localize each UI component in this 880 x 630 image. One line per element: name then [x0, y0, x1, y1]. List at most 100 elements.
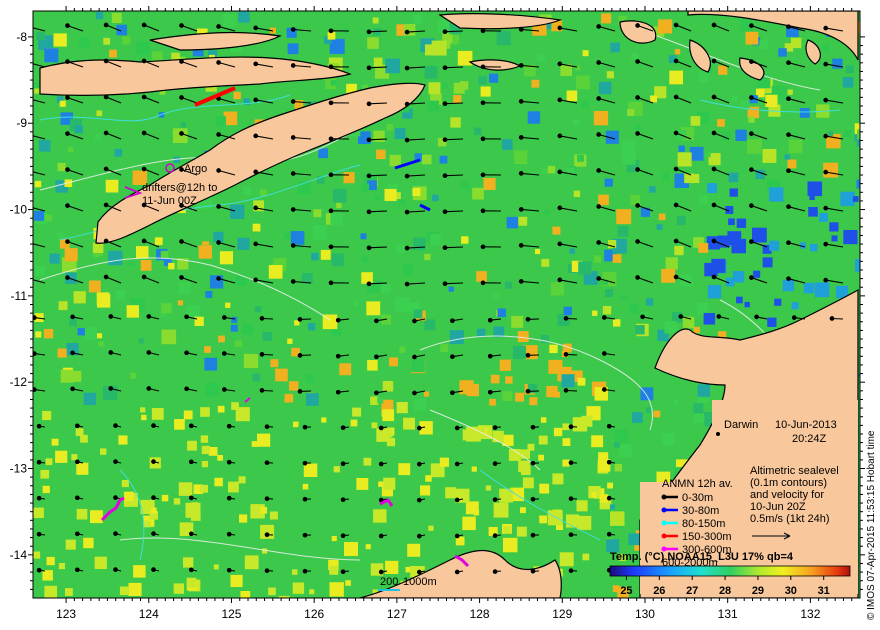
sst-pixel	[45, 214, 52, 222]
velocity-arrowhead	[568, 424, 574, 430]
velocity-arrowhead	[27, 277, 31, 281]
velocity-arrowhead	[786, 240, 791, 246]
velocity-arrowhead	[404, 65, 410, 71]
velocity-arrowhead	[264, 496, 270, 502]
velocity-arrowhead	[530, 568, 536, 574]
velocity-arrowhead	[557, 61, 563, 67]
velocity-arrowhead	[74, 459, 80, 465]
sst-pixel	[428, 82, 441, 95]
velocity-arrowhead	[635, 23, 640, 28]
sst-pixel	[44, 585, 57, 598]
velocity-arrowhead	[450, 390, 455, 396]
sst-pixel	[729, 188, 738, 197]
sst-pixel	[423, 391, 430, 397]
sst-pixel	[194, 316, 204, 326]
colorbar-tick-label: 31	[818, 585, 830, 597]
velocity-arrowhead	[103, 130, 109, 136]
sst-pixel	[329, 582, 344, 597]
velocity-arrowhead	[601, 351, 607, 356]
velocity-arrowhead	[530, 532, 536, 538]
velocity-arrowhead	[226, 423, 232, 429]
sst-pixel	[33, 82, 40, 89]
velocity-arrowhead	[366, 65, 372, 71]
sst-pixel	[791, 302, 799, 310]
velocity-arrowhead	[416, 569, 422, 575]
lon-tick-label: 129	[552, 607, 572, 621]
sst-pixel	[64, 248, 78, 262]
sst-pixel	[262, 548, 268, 554]
velocity-arrowhead	[264, 568, 270, 574]
velocity-arrowhead	[103, 202, 109, 208]
sst-pixel	[765, 94, 778, 107]
sst-pixel	[198, 245, 212, 259]
sst-pixel	[717, 119, 725, 127]
velocity-arrowhead	[404, 281, 410, 287]
sst-pixel	[363, 457, 372, 466]
velocity-arrowhead	[711, 166, 717, 172]
sst-pixel	[118, 435, 128, 445]
velocity-arrowhead	[786, 276, 791, 282]
sst-pixel	[549, 344, 558, 354]
sst-pixel	[505, 376, 513, 384]
sst-pixel	[336, 202, 342, 209]
sst-pixel	[243, 353, 259, 369]
sst-pixel	[413, 237, 426, 251]
sst-pixel	[88, 280, 101, 293]
velocity-arrow	[444, 282, 464, 285]
sst-pixel	[539, 483, 550, 494]
sst-pixel	[69, 318, 77, 327]
sst-pixel	[462, 516, 476, 531]
velocity-arrowhead	[416, 497, 422, 503]
sst-pixel	[205, 382, 220, 397]
sst-pixel	[689, 146, 704, 161]
sst-pixel	[343, 172, 355, 184]
sst-pixel	[190, 511, 201, 521]
lat-tick-label: -11	[11, 289, 28, 303]
velocity-arrowhead	[749, 131, 754, 136]
sst-pixel	[553, 427, 563, 437]
sst-pixel	[432, 194, 439, 202]
velocity-arrowhead	[378, 461, 384, 467]
sst-pixel	[485, 485, 491, 491]
sst-pixel	[662, 172, 670, 181]
sst-pixel	[161, 494, 169, 502]
sst-pixel	[506, 216, 519, 229]
velocity-arrow	[444, 138, 464, 141]
sst-pixel	[345, 580, 351, 586]
sst-pixel	[33, 507, 44, 518]
sst-pixel	[413, 15, 422, 24]
sst-pixel	[372, 17, 379, 24]
sst-pixel	[308, 323, 316, 331]
velocity-arrowhead	[563, 388, 569, 393]
velocity-arrowhead	[711, 202, 717, 208]
velocity-arrow	[444, 30, 464, 33]
sst-pixel	[95, 11, 104, 20]
sst-pixel	[593, 255, 602, 263]
sst-pixel	[678, 145, 685, 152]
velocity-arrowhead	[673, 22, 679, 28]
sst-pixel	[744, 301, 750, 308]
sst-pixel	[516, 526, 527, 537]
sst-pixel	[693, 326, 700, 334]
darwin-marker	[716, 432, 720, 436]
sst-pixel	[752, 227, 767, 243]
sst-pixel	[219, 251, 233, 265]
sst-pixel	[73, 291, 86, 304]
credit-text: © IMOS 07-Apr-2015 11:53:15 Hobart time	[866, 430, 877, 621]
velocity-arrowhead	[480, 136, 486, 142]
velocity-arrowhead	[518, 27, 524, 32]
altimetry-legend-line: Altimetric sealevel	[750, 465, 839, 477]
sst-pixel	[144, 520, 151, 528]
velocity-arrowhead	[487, 317, 493, 323]
velocity-arrowhead	[442, 101, 448, 107]
sst-pixel	[559, 552, 574, 567]
sst-pixel	[330, 213, 343, 226]
lat-tick-label: -9	[16, 116, 27, 130]
sst-pixel	[440, 344, 449, 353]
velocity-arrowhead	[442, 281, 448, 287]
velocity-arrowhead	[823, 277, 829, 283]
sst-pixel	[499, 359, 511, 371]
velocity-arrowhead	[823, 205, 829, 211]
sst-pixel	[230, 324, 238, 332]
velocity-arrowhead	[226, 459, 232, 465]
